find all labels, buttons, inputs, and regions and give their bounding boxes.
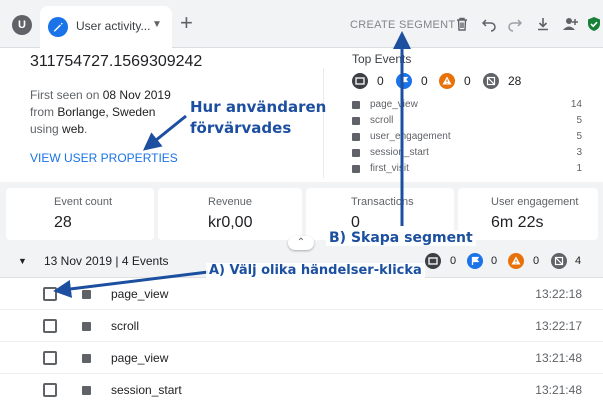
badge-count-page: 28: [508, 74, 522, 88]
user-location: Borlange, Sweden: [57, 105, 156, 119]
top-event-count: 5: [576, 131, 582, 142]
stat-card: Event count 28: [6, 188, 154, 240]
event-icon: [425, 253, 441, 269]
delete-icon[interactable]: [454, 16, 470, 32]
top-event-name: user_engagement: [370, 131, 451, 142]
top-event-item[interactable]: page_view 14: [352, 99, 582, 113]
tab-label: User activity...: [76, 19, 151, 33]
badge-count-flag: 0: [421, 74, 428, 88]
collapse-button[interactable]: ⌃: [288, 236, 314, 250]
event-row[interactable]: session_start 13:21:48: [0, 374, 603, 401]
badge-count-warning: 0: [464, 74, 471, 88]
page-icon: [551, 253, 567, 269]
annotation-create-segment: B) Skapa segment: [326, 230, 476, 246]
using-prefix: using: [30, 122, 59, 136]
stat-value: kr0,00: [208, 214, 253, 231]
pencil-icon: [48, 17, 68, 37]
top-event-count: 1: [576, 163, 582, 174]
event-time: 13:21:48: [535, 383, 582, 397]
user-platform: web: [62, 122, 85, 136]
event-row[interactable]: page_view 13:21:48: [0, 342, 603, 374]
top-events-title: Top Events: [352, 52, 412, 66]
event-checkbox[interactable]: [43, 319, 57, 333]
annotation-acquisition-line2: förvärvades: [190, 119, 292, 137]
stat-value: 28: [54, 214, 72, 231]
page-icon: [352, 101, 360, 109]
view-user-properties-link[interactable]: VIEW USER PROPERTIES: [30, 151, 178, 165]
add-tab-button[interactable]: +: [180, 12, 193, 34]
top-event-name: first_visit: [370, 163, 409, 174]
flag-icon: [396, 73, 412, 89]
event-checkbox[interactable]: [43, 287, 57, 301]
stat-label: Revenue: [208, 196, 253, 208]
chevron-down-icon[interactable]: ▼: [152, 19, 162, 30]
stat-card: Revenue kr0,00: [158, 188, 302, 240]
stat-card: User engagement 6m 22s: [458, 188, 598, 240]
event-time: 13:22:17: [535, 319, 582, 333]
top-event-name: session_start: [370, 147, 429, 158]
page-icon: [352, 165, 360, 173]
stats-bar: Event count 28 Revenue kr0,00 Transactio…: [0, 182, 603, 244]
top-event-item[interactable]: scroll 5: [352, 115, 582, 129]
top-event-name: page_view: [370, 99, 418, 110]
page-icon: [82, 290, 91, 299]
event-name: scroll: [111, 319, 140, 333]
event-time: 13:22:18: [535, 287, 582, 301]
download-icon[interactable]: [535, 16, 551, 32]
warning-icon: [508, 253, 524, 269]
top-event-item[interactable]: first_visit 1: [352, 163, 582, 177]
top-event-item[interactable]: session_start 3: [352, 147, 582, 161]
event-time: 13:21:48: [535, 351, 582, 365]
share-icon[interactable]: [561, 16, 578, 32]
warning-icon: [439, 73, 455, 89]
day-badge-count: 0: [491, 255, 498, 267]
page-icon: [82, 354, 91, 363]
event-checkbox[interactable]: [43, 351, 57, 365]
page-icon: [82, 322, 91, 331]
day-badge-count: 4: [575, 255, 582, 267]
event-row[interactable]: page_view 13:22:18: [0, 278, 603, 310]
top-event-count: 3: [576, 147, 582, 158]
stat-value: 6m 22s: [491, 214, 544, 231]
event-name: session_start: [111, 383, 182, 397]
event-icon: [352, 73, 368, 89]
user-id: 311754727.1569309242: [30, 53, 203, 70]
event-name: page_view: [111, 287, 169, 301]
event-row[interactable]: scroll 13:22:17: [0, 310, 603, 342]
top-event-count: 5: [576, 115, 582, 126]
day-badge-count: 0: [450, 255, 457, 267]
page-icon: [352, 133, 360, 141]
day-label: 13 Nov 2019 | 4 Events: [44, 254, 169, 268]
from-prefix: from: [30, 105, 54, 119]
first-seen-date: 08 Nov 2019: [102, 88, 171, 102]
create-segment-button[interactable]: CREATE SEGMENT: [350, 19, 455, 31]
day-badge-count: 0: [533, 255, 540, 267]
flag-icon: [467, 253, 483, 269]
chevron-up-icon: ⌃: [296, 237, 306, 248]
stat-label: Event count: [54, 196, 113, 208]
top-event-item[interactable]: user_engagement 5: [352, 131, 582, 145]
tab-user-activity[interactable]: User activity... ▼: [40, 6, 172, 48]
user-avatar[interactable]: U: [12, 15, 32, 35]
annotation-acquisition-line1: Hur användaren: [190, 98, 327, 116]
first-seen-prefix: First seen on: [30, 88, 100, 102]
page-icon: [82, 386, 91, 395]
top-event-count: 14: [570, 99, 582, 110]
verified-icon[interactable]: [586, 16, 602, 32]
tab-bar: U User activity... ▼ + CREATE SEGMENT: [0, 0, 603, 48]
page-icon: [352, 117, 360, 125]
stat-label: User engagement: [491, 196, 579, 208]
expand-icon[interactable]: ▼: [18, 256, 27, 266]
undo-icon[interactable]: [481, 16, 497, 32]
annotation-acquisition: Hur användaren förvärvades: [190, 97, 326, 139]
badge-count-event: 0: [377, 74, 384, 88]
stat-label: Transactions: [351, 196, 414, 208]
top-event-name: scroll: [370, 115, 394, 126]
page-icon: [483, 73, 499, 89]
event-name: page_view: [111, 351, 169, 365]
redo-icon[interactable]: [507, 16, 523, 32]
annotation-select-events: A) Välj olika händelser-klicka: [206, 263, 425, 278]
page-icon: [352, 149, 360, 157]
event-checkbox[interactable]: [43, 383, 57, 397]
